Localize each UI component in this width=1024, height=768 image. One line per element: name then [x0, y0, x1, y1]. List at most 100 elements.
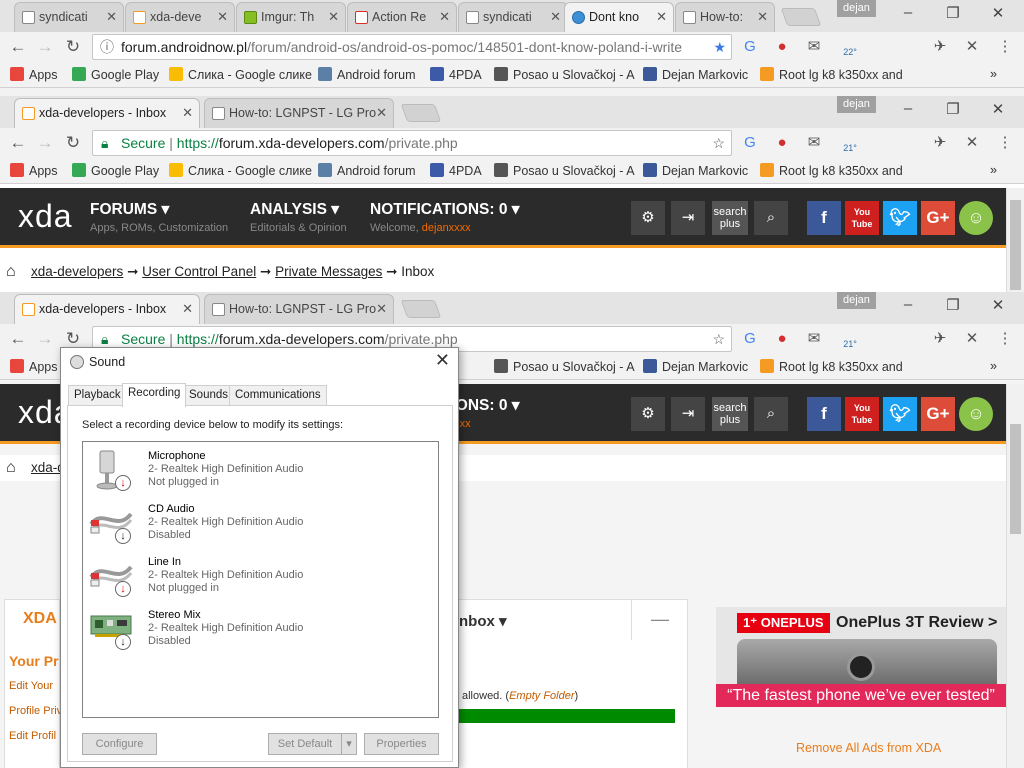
breadcrumb-xda[interactable]: xda-developers [31, 264, 123, 279]
bookmark-xda-root[interactable]: Root lg k8 k350xx and [760, 359, 903, 374]
home-icon[interactable]: ⌂ [6, 455, 16, 481]
bookmark-posao[interactable]: Posao u Slovačkoj - A [494, 163, 635, 178]
bookmark-star-icon[interactable]: ☆ [712, 131, 725, 155]
gmail-ext-icon[interactable]: ✉ [804, 329, 824, 349]
bookmark-star-icon[interactable]: ★ [709, 35, 726, 59]
close-window-icon[interactable]: ✕ [988, 296, 1008, 314]
tab-imgur[interactable]: Imgur: Th ✕ [236, 2, 346, 32]
tab-communications[interactable]: Communications [229, 385, 327, 406]
close-window-icon[interactable]: ✕ [988, 4, 1008, 22]
bookmark-facebook[interactable]: Dejan Markovic [643, 67, 748, 82]
extension-cross-icon[interactable]: ✕ [962, 37, 982, 57]
profile-badge[interactable]: dejan [837, 0, 876, 17]
breadcrumb-pm[interactable]: Private Messages [275, 264, 382, 279]
collapse-button[interactable]: — [631, 600, 688, 640]
weather-icon[interactable]: 21° [840, 329, 860, 349]
extension-cross-icon[interactable]: ✕ [962, 133, 982, 153]
home-icon[interactable]: ⌂ [6, 259, 16, 285]
close-tab-icon[interactable]: ✕ [376, 99, 387, 127]
menu-icon[interactable]: ⋮ [995, 329, 1015, 349]
extension-red-icon[interactable]: ● [772, 329, 792, 349]
bookmark-google-images[interactable]: Слика - Google слике [169, 163, 312, 178]
youtube-icon[interactable]: You Tube [845, 397, 879, 431]
extension-red-icon[interactable]: ● [772, 133, 792, 153]
tab-gmail[interactable]: Action Re ✕ [347, 2, 457, 32]
close-tab-icon[interactable]: ✕ [439, 3, 450, 31]
cast-icon[interactable]: ✈ [930, 329, 950, 349]
close-window-icon[interactable]: ✕ [988, 100, 1008, 118]
bookmark-google-play[interactable]: Google Play [72, 163, 159, 178]
notifications-menu[interactable]: NOTIFICATIONS: 0 ▾Welcome, dejanxxxx [370, 200, 520, 234]
weather-icon[interactable]: 22° [840, 37, 860, 57]
bookmark-facebook[interactable]: Dejan Markovic [643, 359, 748, 374]
configure-button[interactable]: Configure [82, 733, 157, 755]
profile-badge[interactable]: dejan [837, 292, 876, 309]
translate-icon[interactable]: G [740, 37, 760, 57]
search-plus-button[interactable]: search plus [712, 397, 748, 431]
weather-icon[interactable]: 21° [840, 133, 860, 153]
close-tab-icon[interactable]: ✕ [182, 295, 193, 323]
close-icon[interactable]: ✕ [435, 350, 450, 371]
reload-icon[interactable]: ↻ [63, 133, 83, 153]
bookmark-android-forum[interactable]: Android forum [318, 163, 416, 178]
bookmark-facebook[interactable]: Dejan Markovic [643, 163, 748, 178]
close-tab-icon[interactable]: ✕ [182, 99, 193, 127]
cast-icon[interactable]: ✈ [930, 133, 950, 153]
bookmark-xda-root[interactable]: Root lg k8 k350xx and [760, 67, 903, 82]
xda-logo[interactable]: xda [18, 198, 73, 235]
google-plus-icon[interactable]: G+ [921, 397, 955, 431]
translate-icon[interactable]: G [740, 329, 760, 349]
tab-howto-lgnpst[interactable]: How-to: LGNPST - LG Pro ✕ [204, 98, 394, 128]
device-list[interactable]: ↓ Microphone 2- Realtek High Definition … [82, 441, 439, 718]
android-icon[interactable]: ☺ [959, 201, 993, 235]
maximize-icon[interactable]: ❐ [943, 4, 963, 22]
properties-button[interactable]: Properties [364, 733, 439, 755]
scrollbar-thumb[interactable] [1010, 200, 1021, 290]
device-cd-audio[interactable]: ↓ CD Audio 2- Realtek High Definition Au… [83, 498, 438, 551]
page-scrollbar[interactable] [1006, 384, 1024, 768]
twitter-icon[interactable]: 🐦︎ [883, 397, 917, 431]
reload-icon[interactable]: ↻ [63, 329, 83, 349]
remove-ads-link[interactable]: Remove All Ads from XDA [796, 741, 941, 755]
tab-howto-lgnpst[interactable]: How-to: LGNPST - LG Pro ✕ [204, 294, 394, 324]
forums-menu[interactable]: FORUMS ▾ Apps, ROMs, Customization [90, 200, 228, 234]
youtube-icon[interactable]: You Tube [845, 201, 879, 235]
close-tab-icon[interactable]: ✕ [106, 3, 117, 31]
new-tab-button[interactable] [400, 104, 442, 122]
menu-icon[interactable]: ⋮ [995, 133, 1015, 153]
close-tab-icon[interactable]: ✕ [757, 3, 768, 31]
close-tab-icon[interactable]: ✕ [550, 3, 561, 31]
close-tab-icon[interactable]: ✕ [376, 295, 387, 323]
gmail-ext-icon[interactable]: ✉ [804, 37, 824, 57]
tab-syndication-2[interactable]: syndicati ✕ [458, 2, 568, 32]
new-tab-button[interactable] [780, 8, 822, 26]
bookmark-android-forum[interactable]: Android forum [318, 67, 416, 82]
bookmark-star-icon[interactable]: ☆ [712, 327, 725, 351]
address-bar[interactable]: ⓘ forum.androidnow.pl/forum/android-os/an… [92, 34, 732, 60]
bookmark-apps[interactable]: Apps [10, 67, 58, 82]
page-scrollbar[interactable] [1006, 188, 1024, 292]
bookmarks-overflow-icon[interactable]: » [990, 67, 997, 81]
set-default-button[interactable]: Set Default [268, 733, 342, 755]
bookmark-google-images[interactable]: Слика - Google слике [169, 67, 312, 82]
inbox-dropdown[interactable]: nbox ▾ [459, 612, 507, 630]
bookmarks-overflow-icon[interactable]: » [990, 359, 997, 373]
tab-howto[interactable]: How-to: ✕ [675, 2, 775, 32]
back-icon[interactable]: ← [8, 133, 28, 153]
analysis-menu[interactable]: ANALYSIS ▾ Editorials & Opinion [250, 200, 347, 234]
close-tab-icon[interactable]: ✕ [656, 3, 667, 31]
tab-dont-know[interactable]: Dont kno ✕ [564, 2, 674, 32]
set-default-dropdown[interactable]: ▾ [341, 733, 357, 755]
bookmark-xda-root[interactable]: Root lg k8 k350xx and [760, 163, 903, 178]
bookmark-4pda[interactable]: 4PDA [430, 163, 482, 178]
twitter-icon[interactable]: 🐦︎ [883, 201, 917, 235]
tab-playback[interactable]: Playback [68, 385, 127, 406]
bookmark-posao[interactable]: Posao u Slovačkoj - A [494, 359, 635, 374]
minimize-icon[interactable]: – [898, 296, 918, 313]
breadcrumb-ucp[interactable]: User Control Panel [142, 264, 256, 279]
new-tab-button[interactable] [400, 300, 442, 318]
close-tab-icon[interactable]: ✕ [328, 3, 339, 31]
extension-cross-icon[interactable]: ✕ [962, 329, 982, 349]
android-icon[interactable]: ☺ [959, 397, 993, 431]
tab-xda-inbox[interactable]: xda-developers - Inbox ✕ [14, 294, 200, 324]
